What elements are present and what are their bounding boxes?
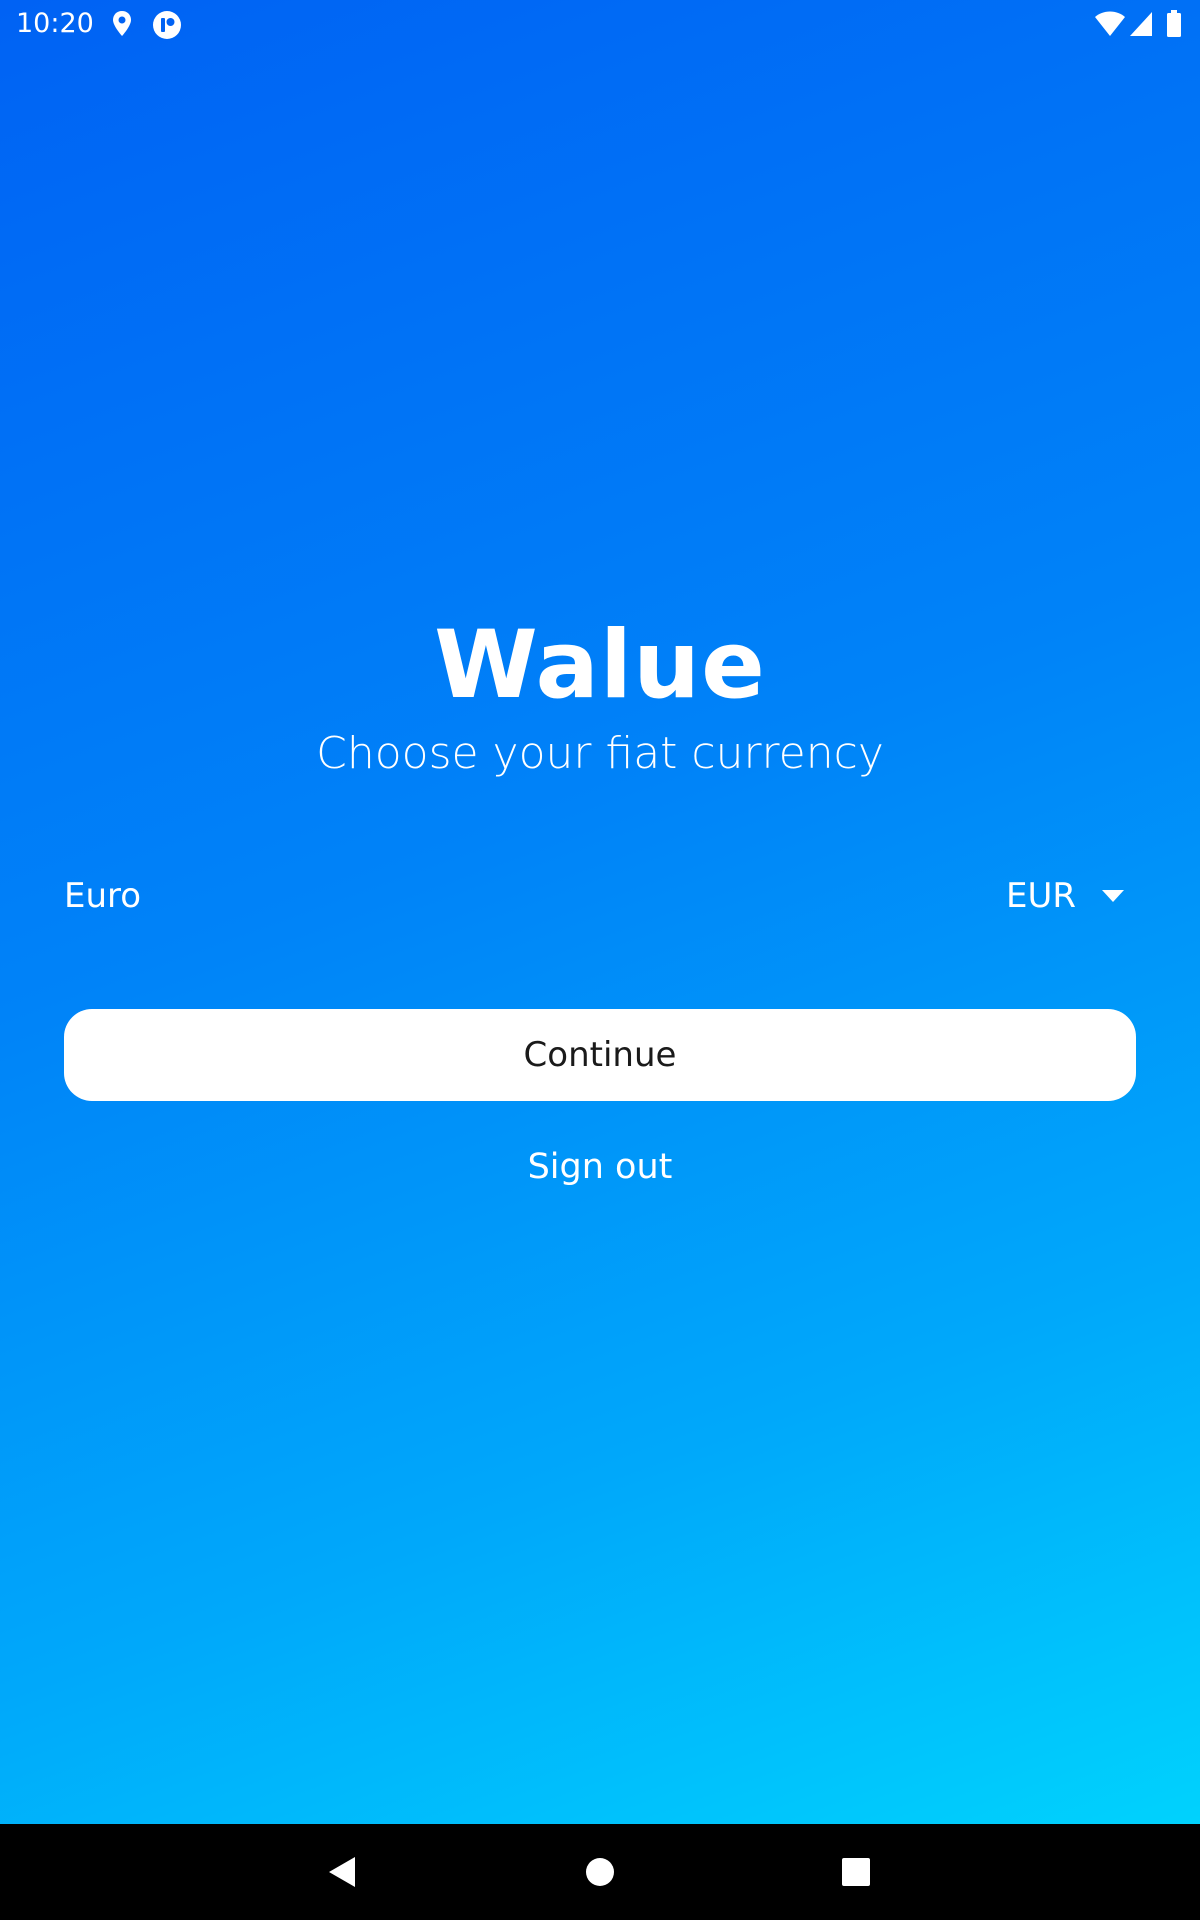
currency-name: Euro: [64, 876, 142, 916]
page-subtitle: Choose your fiat currency: [316, 728, 884, 779]
cellular-signal-icon: [1128, 10, 1154, 42]
back-button[interactable]: [318, 1848, 366, 1896]
recents-button[interactable]: [832, 1848, 880, 1896]
app-logo: Walue: [434, 611, 766, 720]
battery-icon: [1166, 10, 1182, 42]
system-navigation-bar: [0, 1824, 1200, 1920]
currency-code: EUR: [1006, 876, 1076, 916]
screen: 10:20 Walue Choose your fiat currency Eu…: [0, 0, 1200, 1920]
recents-icon: [842, 1858, 870, 1886]
home-button[interactable]: [576, 1848, 624, 1896]
wifi-icon: [1094, 10, 1126, 42]
status-bar: 10:20: [0, 0, 1200, 48]
currency-dropdown[interactable]: EUR: [1006, 870, 1136, 922]
chevron-down-icon: [1102, 890, 1124, 902]
app-notification-icon: [152, 10, 182, 44]
location-icon: [110, 10, 134, 42]
back-icon: [329, 1857, 355, 1887]
continue-button[interactable]: Continue: [64, 1009, 1136, 1101]
currency-row: Euro EUR: [64, 870, 1136, 922]
home-icon: [586, 1858, 614, 1886]
status-time: 10:20: [16, 8, 94, 39]
sign-out-link[interactable]: Sign out: [0, 1140, 1200, 1194]
